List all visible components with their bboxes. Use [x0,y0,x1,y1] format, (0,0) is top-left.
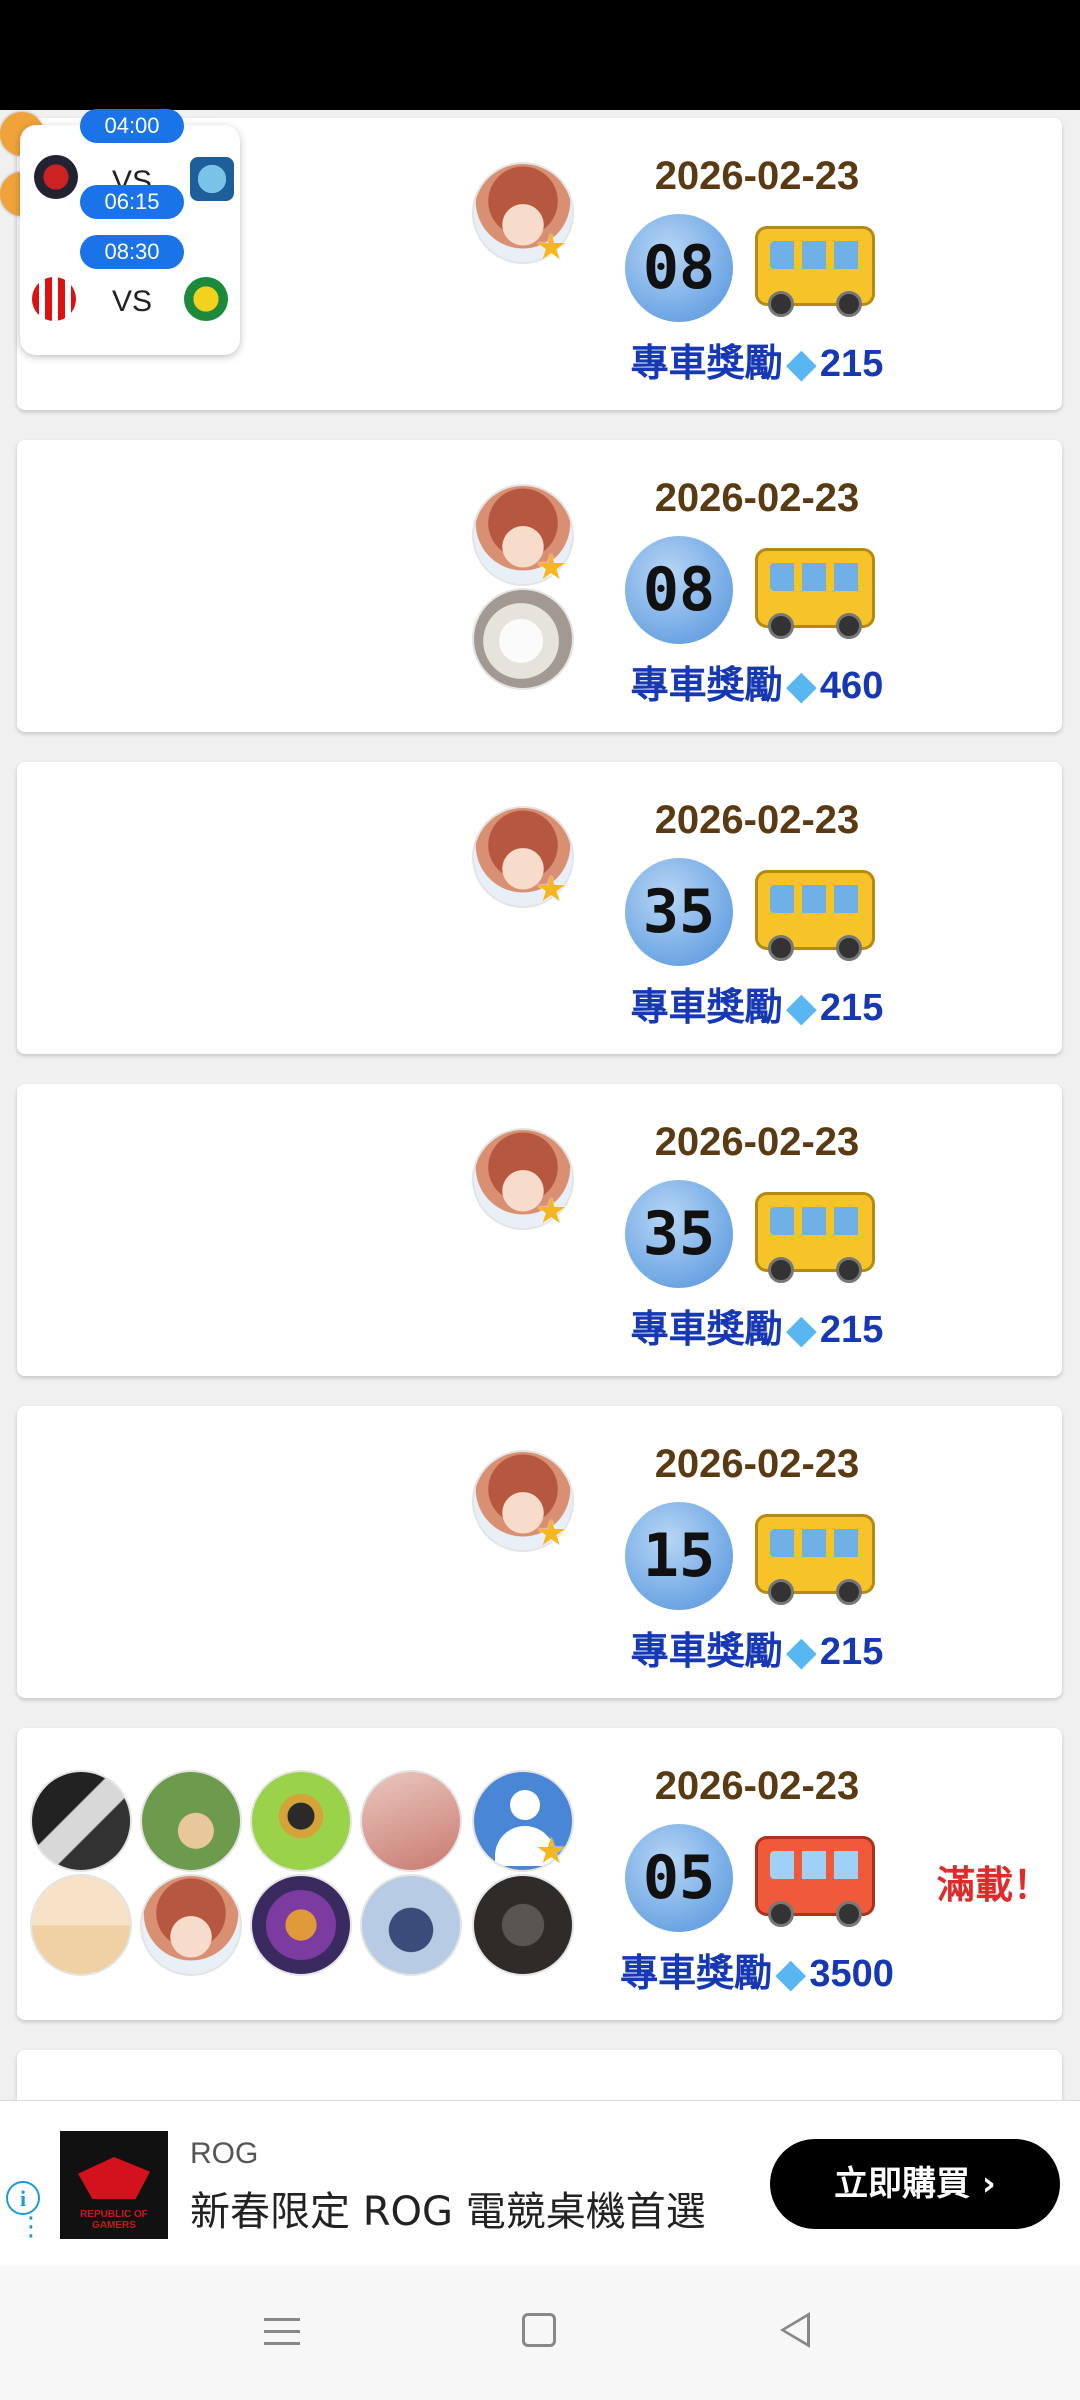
reward-label: 專車獎勵 [630,1309,783,1351]
logo-tag: REPUBLIC OF GAMERS [80,2209,148,2231]
reward-label: 專車獎勵 [620,1953,773,1995]
reward-value: 3500 [809,1953,894,1995]
system-nav-bar [0,2266,1080,2400]
reward-label: 專車獎勵 [630,665,783,707]
reward-text: 專車獎勵 ◆ 215 [557,1298,957,1353]
post-date: 2026-02-23 [654,476,860,520]
reward-label: 專車獎勵 [630,987,783,1029]
user-avatar-6[interactable] [250,1874,352,1976]
diamond-icon: ◆ [776,1953,806,1995]
reward-label: 專車獎勵 [630,343,783,385]
red-bus-icon [755,1836,875,1927]
post-date: 2026-02-23 [654,1120,860,1164]
post-date: 2026-02-23 [654,798,860,842]
bus-number: 08 [625,214,733,322]
post-card[interactable]: ★ 2026-02-23 15 專車獎勵 ◆ 215 [17,1406,1062,1698]
reward-value: 460 [819,665,884,707]
diamond-icon: ◆ [786,665,816,707]
post-date: 2026-02-23 [654,154,860,198]
vs-label: VS [112,285,153,318]
user-avatar-2[interactable] [140,1770,242,1872]
bus-number: 35 [625,1180,733,1288]
yellow-bus-icon [755,548,875,639]
yellow-bus-icon [755,226,875,317]
star-icon: ★ [535,547,568,588]
reward-text: 專車獎勵 ◆ 460 [557,654,957,709]
diamond-icon: ◆ [786,343,816,385]
match-time: 06:15 [80,185,184,219]
bus-number: 05 [625,1824,733,1932]
reward-text: 專車獎勵 ◆ 215 [557,976,957,1031]
reward-text: 專車獎勵 ◆ 215 [557,1620,957,1675]
reward-value: 215 [819,987,884,1029]
ad-title: 新春限定 ROG 電競桌機首選 [190,2189,706,2235]
match-widget[interactable]: 04:00 VS 06:15 08:30 VS [20,109,240,355]
diamond-icon: ◆ [786,1631,816,1673]
reward-text: 專車獎勵 ◆ 3500 [557,1942,957,1997]
star-icon: ★ [535,1191,568,1232]
full-label: 滿載！ [937,1865,1052,1907]
user-avatar-7[interactable] [360,1874,462,1976]
reward-value: 215 [819,343,884,385]
bus-number: 15 [625,1502,733,1610]
post-card[interactable]: ★ 2026-02-23 35 專車獎勵 ◆ 215 [17,762,1062,1054]
star-icon: ★ [535,1513,568,1554]
ad-banner[interactable]: i ⋮ REPUBLIC OF GAMERS ROG 新春限定 ROG 電競桌機… [0,2100,1080,2268]
team-logo-icon [32,277,76,321]
user-avatar-4[interactable] [360,1770,462,1872]
rog-logo: REPUBLIC OF GAMERS [60,2131,168,2239]
bus-number: 35 [625,858,733,966]
user-avatar-1[interactable] [30,1770,132,1872]
match-time: 04:00 [80,109,184,143]
post-date: 2026-02-23 [654,1442,860,1486]
team-logo-icon [190,157,234,201]
diamond-icon: ◆ [786,987,816,1029]
info-icon[interactable]: i [6,2181,40,2215]
team-logo-icon [34,155,78,199]
rog-eye-icon [78,2157,150,2199]
home-icon[interactable] [522,2313,556,2347]
post-card[interactable]: ★ 2026-02-23 05 滿載！ 專車獎勵 ◆ 3500 [17,1728,1062,2020]
post-card[interactable] [17,2050,1062,2100]
bus-number: 08 [625,536,733,644]
anime-girl-avatar[interactable] [140,1874,242,1976]
user-avatar-3[interactable] [250,1770,352,1872]
reward-value: 215 [819,1309,884,1351]
back-icon[interactable] [780,2312,810,2348]
ad-brand: ROG [190,2137,259,2170]
reward-text: 專車獎勵 ◆ 215 [557,332,957,387]
post-feed[interactable]: ★ 2026-02-23 08 專車獎勵 ◆ 215 ★ 2026-02-23 08… [0,110,1080,2100]
diamond-icon: ◆ [786,1309,816,1351]
star-icon: ★ [535,227,568,268]
match-time: 08:30 [80,235,184,269]
post-date: 2026-02-23 [654,1764,860,1808]
buy-now-label: 立即購買 [834,2164,971,2204]
user-avatar-5[interactable] [30,1874,132,1976]
chevron-right-icon: › [981,2164,996,2204]
post-card[interactable]: ★ 2026-02-23 08 專車獎勵 ◆ 460 [17,440,1062,732]
reward-value: 215 [819,1631,884,1673]
yellow-bus-icon [755,1192,875,1283]
yellow-bus-icon [755,1514,875,1605]
team-logo-icon [184,277,228,321]
yellow-bus-icon [755,870,875,961]
more-icon[interactable]: ⋮ [18,2214,44,2240]
status-bar [0,0,1080,110]
reward-label: 專車獎勵 [630,1631,783,1673]
post-card[interactable]: ★ 2026-02-23 35 專車獎勵 ◆ 215 [17,1084,1062,1376]
star-icon: ★ [535,1831,568,1872]
buy-now-button[interactable]: 立即購買 › [770,2139,1060,2229]
menu-icon[interactable] [264,2314,300,2350]
star-icon: ★ [535,869,568,910]
